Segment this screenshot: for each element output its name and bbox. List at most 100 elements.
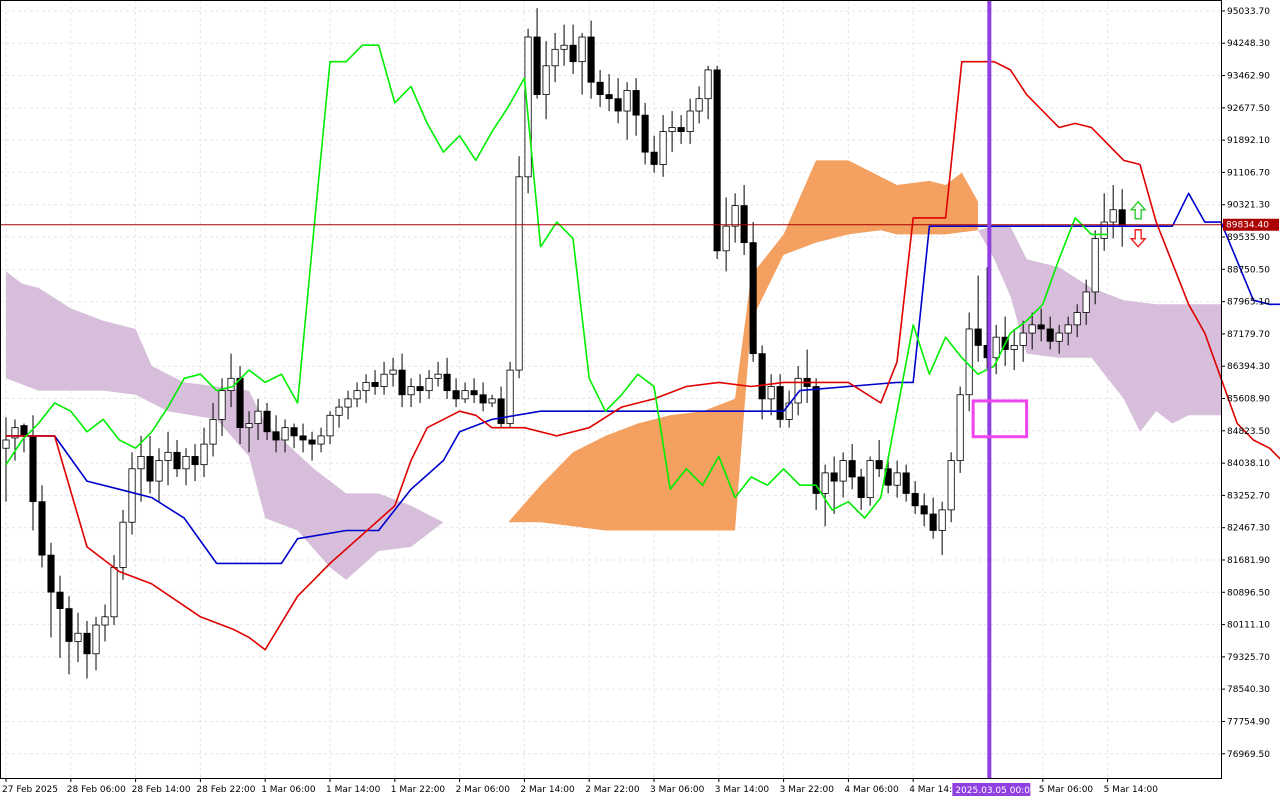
x-tick-label: 1 Mar 14:00 — [326, 785, 381, 795]
candle-body — [929, 513, 937, 531]
candle-body — [830, 472, 838, 482]
x-tick-label: 28 Feb 06:00 — [67, 785, 126, 795]
x-tick-label: 27 Feb 2025 — [2, 785, 58, 795]
candle-body — [767, 386, 775, 400]
y-tick-label: 91106.70 — [1227, 168, 1270, 178]
candle-body — [947, 460, 955, 511]
candle-body — [155, 460, 163, 482]
x-tick-label: 2 Mar 06:00 — [456, 785, 511, 795]
candle-body — [956, 394, 964, 461]
candle-body — [542, 65, 550, 95]
candle-body — [974, 328, 982, 346]
candle-body — [740, 205, 748, 244]
candle-body — [1019, 332, 1027, 346]
candle-body — [218, 390, 226, 420]
candle-body — [128, 468, 136, 523]
y-tick-label: 86394.30 — [1227, 362, 1270, 372]
y-tick-label: 77754.90 — [1227, 717, 1270, 727]
candle-body — [452, 390, 460, 400]
x-tick-label: 3 Mar 06:00 — [650, 785, 705, 795]
y-tick-label: 81681.90 — [1227, 556, 1270, 566]
candle-body — [497, 398, 505, 424]
candle-body — [1082, 291, 1090, 313]
candle-body — [722, 225, 730, 252]
candle-body — [371, 382, 379, 387]
session-date-label: 2025.03.05 00:00 — [955, 786, 1036, 796]
candle-body — [299, 435, 307, 441]
x-tick-label: 5 Mar 14:00 — [1104, 785, 1159, 795]
candle-body — [146, 456, 154, 482]
candle-body — [92, 624, 100, 655]
candle-body — [488, 398, 496, 404]
candle-body — [254, 410, 262, 424]
candle-body — [1073, 312, 1081, 326]
candle-body — [605, 94, 613, 100]
candle-body — [659, 131, 667, 165]
candle-body — [893, 472, 901, 486]
x-tick-label: 1 Mar 22:00 — [391, 785, 446, 795]
candle-body — [20, 425, 28, 437]
candle-body — [110, 567, 118, 618]
x-tick-label: 4 Mar 06:00 — [844, 785, 899, 795]
current-price-label: 89834.40 — [1226, 221, 1269, 231]
candle-body — [704, 69, 712, 100]
candle-body — [1028, 324, 1036, 334]
candle-body — [857, 476, 865, 498]
y-tick-label: 95033.70 — [1227, 7, 1270, 17]
candle-body — [470, 390, 478, 396]
x-tick-label: 2 Mar 22:00 — [585, 785, 640, 795]
candle-body — [335, 406, 343, 416]
x-tick-label: 3 Mar 22:00 — [780, 785, 835, 795]
y-tick-label: 78540.30 — [1227, 685, 1270, 695]
candle-body — [1037, 324, 1045, 330]
candle-body — [164, 451, 172, 461]
candle-body — [623, 90, 631, 112]
candle-body — [614, 98, 622, 112]
candle-body — [641, 114, 649, 153]
candle-body — [137, 456, 145, 470]
candle-body — [389, 369, 397, 375]
candle-body — [650, 151, 658, 165]
candle-body — [398, 369, 406, 396]
candle-body — [65, 608, 73, 642]
y-tick-label: 84038.10 — [1227, 459, 1270, 469]
y-tick-label: 90321.30 — [1227, 201, 1270, 211]
y-tick-label: 82467.30 — [1227, 524, 1270, 534]
candle-body — [920, 505, 928, 515]
candle-body — [173, 451, 181, 470]
candle-body — [533, 36, 541, 95]
y-tick-label: 91892.10 — [1227, 136, 1270, 146]
y-tick-label: 88750.50 — [1227, 265, 1270, 275]
y-tick-label: 83252.70 — [1227, 491, 1270, 501]
x-tick-label: 5 Mar 06:00 — [1039, 785, 1094, 795]
candle-body — [290, 427, 298, 437]
y-tick-label: 80111.10 — [1227, 621, 1270, 631]
candle-body — [47, 554, 55, 593]
candle-body — [416, 386, 424, 392]
candle-body — [29, 435, 37, 503]
candle-body — [83, 632, 91, 655]
candle-body — [353, 390, 361, 400]
candle-body — [434, 373, 442, 379]
x-tick-label: 28 Feb 14:00 — [132, 785, 191, 795]
x-tick-label: 2 Mar 14:00 — [520, 785, 575, 795]
y-tick-label: 85608.90 — [1227, 395, 1270, 405]
candle-body — [578, 36, 586, 63]
y-tick-label: 92677.50 — [1227, 104, 1270, 114]
candle-body — [524, 36, 532, 178]
candle-body — [236, 377, 244, 429]
candle-body — [209, 419, 217, 445]
candle-body — [101, 616, 109, 626]
candle-body — [326, 414, 334, 437]
candle-body — [74, 632, 82, 642]
candle-body — [191, 456, 199, 466]
candle-body — [758, 353, 766, 400]
candle-body — [839, 460, 847, 482]
candle-body — [119, 521, 127, 568]
x-tick-label: 3 Mar 14:00 — [715, 785, 770, 795]
candle-body — [587, 36, 595, 83]
candle-body — [263, 410, 271, 433]
candle-body — [569, 44, 577, 63]
candle-body — [425, 377, 433, 392]
candle-body — [200, 443, 208, 466]
